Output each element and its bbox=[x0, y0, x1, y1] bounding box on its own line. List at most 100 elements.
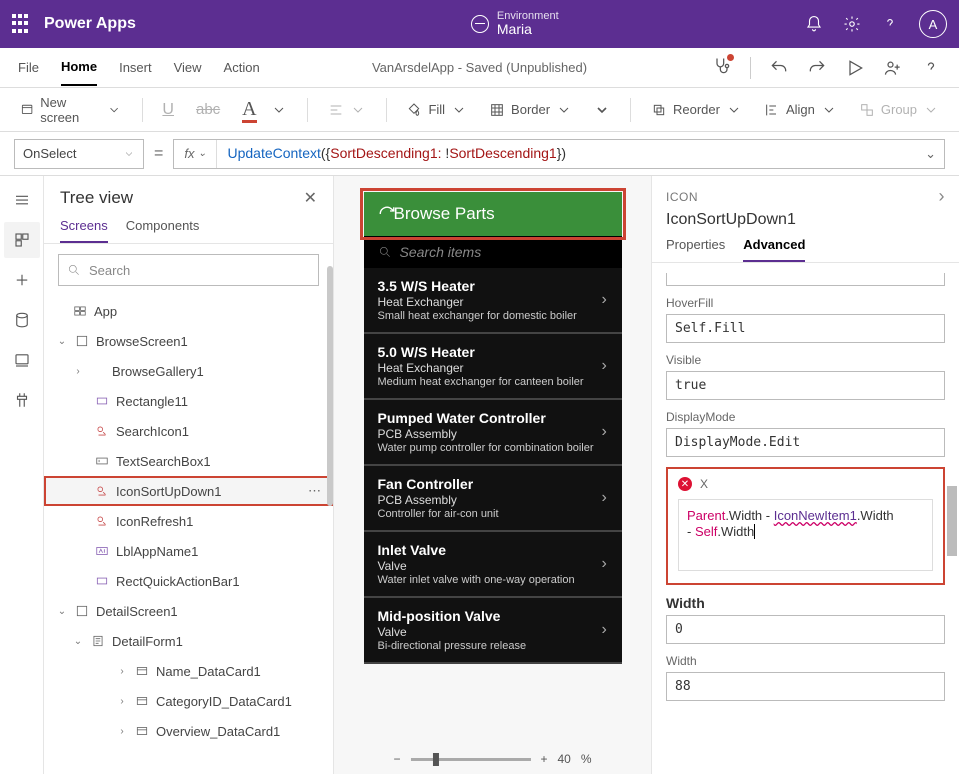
tab-insert[interactable]: Insert bbox=[119, 50, 152, 85]
expand-formula-icon[interactable]: ⌄ bbox=[917, 146, 944, 162]
node-overview-datacard[interactable]: ›Overview_DataCard1 bbox=[44, 716, 333, 746]
zoom-in-icon[interactable]: + bbox=[540, 752, 547, 766]
tree-scrollbar[interactable] bbox=[327, 266, 333, 774]
equals-icon: = bbox=[154, 145, 163, 163]
refresh-icon[interactable] bbox=[378, 205, 396, 223]
tree-tab-components[interactable]: Components bbox=[126, 218, 200, 243]
tab-view[interactable]: View bbox=[174, 50, 202, 85]
node-browsescreen[interactable]: ⌄BrowseScreen1 bbox=[44, 326, 333, 356]
zoom-out-icon[interactable]: − bbox=[393, 752, 400, 766]
rail-data[interactable] bbox=[4, 302, 40, 338]
list-item[interactable]: 5.0 W/S HeaterHeat ExchangerMedium heat … bbox=[364, 334, 622, 400]
format-options-button[interactable] bbox=[588, 98, 616, 122]
bell-icon[interactable] bbox=[805, 15, 823, 33]
rail-hamburger[interactable] bbox=[4, 182, 40, 218]
node-rectangle[interactable]: Rectangle11 bbox=[44, 386, 333, 416]
fill-button[interactable]: Fill bbox=[400, 98, 473, 122]
app-checker-icon[interactable] bbox=[712, 56, 732, 79]
displaymode-input[interactable]: DisplayMode.Edit bbox=[666, 428, 945, 457]
tree-body: App ⌄BrowseScreen1 ›BrowseGallery1 Recta… bbox=[44, 292, 333, 774]
preview-search-placeholder: Search items bbox=[400, 244, 482, 260]
node-browsegallery[interactable]: ›BrowseGallery1 bbox=[44, 356, 333, 386]
rail-insert[interactable] bbox=[4, 262, 40, 298]
zoom-slider[interactable] bbox=[410, 758, 530, 761]
avatar[interactable]: A bbox=[919, 10, 947, 38]
visible-input[interactable]: true bbox=[666, 371, 945, 400]
share-icon[interactable] bbox=[883, 58, 903, 78]
list-item[interactable]: Mid-position ValveValveBi-directional pr… bbox=[364, 598, 622, 664]
panel-tab-advanced[interactable]: Advanced bbox=[743, 237, 805, 262]
node-searchicon[interactable]: SearchIcon1 bbox=[44, 416, 333, 446]
font-color-button[interactable]: A bbox=[236, 94, 292, 125]
chevron-down-icon bbox=[123, 148, 135, 160]
node-app[interactable]: App bbox=[44, 296, 333, 326]
list-item[interactable]: Pumped Water ControllerPCB AssemblyWater… bbox=[364, 400, 622, 466]
panel-scrollbar[interactable] bbox=[947, 236, 957, 770]
waffle-icon[interactable] bbox=[12, 14, 32, 34]
error-icon[interactable]: ✕ bbox=[678, 477, 692, 491]
preview-header[interactable]: Browse Parts bbox=[364, 192, 622, 236]
close-icon[interactable]: ✕ bbox=[304, 188, 317, 208]
search-icon bbox=[378, 245, 392, 259]
reorder-button[interactable]: Reorder bbox=[645, 98, 748, 122]
redo-icon[interactable] bbox=[807, 58, 827, 78]
tab-file[interactable]: File bbox=[18, 50, 39, 85]
node-detailscreen[interactable]: ⌄DetailScreen1 bbox=[44, 596, 333, 626]
strike-button[interactable]: abc bbox=[190, 97, 226, 122]
align-button[interactable]: Align bbox=[758, 98, 843, 122]
help2-icon[interactable] bbox=[921, 58, 941, 78]
hoverfill-input[interactable]: Self.Fill bbox=[666, 314, 945, 343]
width-input[interactable]: 88 bbox=[666, 672, 945, 701]
property-selector[interactable]: OnSelect bbox=[14, 139, 144, 169]
play-icon[interactable] bbox=[845, 58, 865, 78]
list-item[interactable]: Fan ControllerPCB AssemblyController for… bbox=[364, 466, 622, 532]
align-text-button[interactable] bbox=[322, 98, 372, 122]
prev-field-edge bbox=[666, 273, 945, 286]
align-label: Align bbox=[786, 102, 815, 117]
panel-tab-properties[interactable]: Properties bbox=[666, 237, 725, 262]
env-name: Maria bbox=[497, 22, 559, 37]
more-icon[interactable]: ⋯ bbox=[308, 483, 323, 499]
node-name-datacard[interactable]: ›Name_DataCard1 bbox=[44, 656, 333, 686]
group-button[interactable]: Group bbox=[853, 98, 945, 122]
tree-panel: Tree view ✕ Screens Components Search Ap… bbox=[44, 176, 334, 774]
chevron-right-icon: › bbox=[602, 621, 612, 639]
node-textsearchbox[interactable]: TextSearchBox1 bbox=[44, 446, 333, 476]
chevron-right-icon[interactable]: › bbox=[939, 186, 946, 207]
chevron-right-icon: › bbox=[602, 555, 612, 573]
formula-input[interactable]: fx ⌄ UpdateContext({SortDescending1: !So… bbox=[173, 139, 945, 169]
environment-picker[interactable]: Environment Maria bbox=[471, 10, 559, 37]
tree-tab-screens[interactable]: Screens bbox=[60, 218, 108, 243]
app-preview[interactable]: Browse Parts Search items 3.5 W/S Heater… bbox=[364, 192, 622, 664]
node-detailform[interactable]: ⌄DetailForm1 bbox=[44, 626, 333, 656]
properties-panel: ICON › IconSortUpDown1 Properties Advanc… bbox=[651, 176, 959, 774]
list-item[interactable]: Inlet ValveValveWater inlet valve with o… bbox=[364, 532, 622, 598]
chevron-right-icon: › bbox=[602, 423, 612, 441]
gear-icon[interactable] bbox=[843, 15, 861, 33]
group-label: Group bbox=[881, 102, 917, 117]
node-iconsortupdown[interactable]: IconSortUpDown1⋯ bbox=[44, 476, 333, 506]
width-big-input[interactable]: 0 bbox=[666, 615, 945, 644]
fx-label: fx ⌄ bbox=[174, 140, 217, 168]
tree-search[interactable]: Search bbox=[58, 254, 319, 286]
underline-button[interactable]: U bbox=[156, 97, 180, 123]
tab-home[interactable]: Home bbox=[61, 49, 97, 86]
undo-icon[interactable] bbox=[769, 58, 789, 78]
node-iconrefresh[interactable]: IconRefresh1 bbox=[44, 506, 333, 536]
width-heading: Width bbox=[666, 595, 945, 611]
zoom-control[interactable]: − + 40 % bbox=[393, 752, 591, 766]
border-button[interactable]: Border bbox=[483, 98, 578, 122]
node-cat-datacard[interactable]: ›CategoryID_DataCard1 bbox=[44, 686, 333, 716]
new-screen-button[interactable]: New screen bbox=[14, 91, 128, 129]
rail-tree[interactable] bbox=[4, 222, 40, 258]
tab-action[interactable]: Action bbox=[224, 50, 260, 85]
x-input[interactable]: Parent.Width - IconNewItem1.Width - Self… bbox=[678, 499, 933, 571]
help-icon[interactable] bbox=[881, 15, 899, 33]
rail-tools[interactable] bbox=[4, 382, 40, 418]
list-item[interactable]: 3.5 W/S HeaterHeat ExchangerSmall heat e… bbox=[364, 268, 622, 334]
preview-search[interactable]: Search items bbox=[364, 236, 622, 268]
node-rectquick[interactable]: RectQuickActionBar1 bbox=[44, 566, 333, 596]
node-lblappname[interactable]: LblAppName1 bbox=[44, 536, 333, 566]
rail-media[interactable] bbox=[4, 342, 40, 378]
hoverfill-label: HoverFill bbox=[666, 296, 945, 310]
